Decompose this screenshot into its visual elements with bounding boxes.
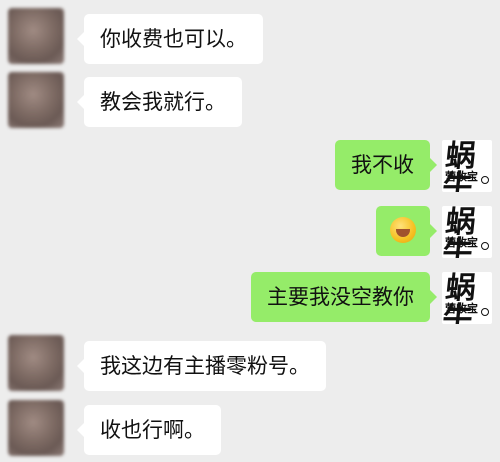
avatar-logo-subtext: 营收宝 [445,302,478,315]
message-bubble-incoming[interactable]: 我这边有主播零粉号。 [77,341,326,391]
message-bubble-incoming[interactable]: 你收费也可以。 [77,14,263,64]
logo-dot-icon [481,176,489,184]
message-text: 我这边有主播零粉号。 [100,354,310,378]
my-avatar[interactable]: 蜗牛 营收宝 [442,206,492,258]
message-bubble-incoming[interactable]: 收也行啊。 [77,405,221,455]
logo-dot-icon [481,242,489,250]
avatar-logo-subtext: 营收宝 [445,170,478,183]
grinning-face-emoji-icon [390,217,416,243]
contact-avatar[interactable] [8,335,64,391]
contact-avatar[interactable] [8,8,64,64]
contact-avatar[interactable] [8,72,64,128]
message-bubble-outgoing[interactable]: 主要我没空教你 [251,272,437,322]
my-avatar[interactable]: 蜗牛 营收宝 [442,140,492,192]
avatar-logo-text: 蜗牛 [442,206,475,258]
contact-avatar[interactable] [8,400,64,456]
message-text: 你收费也可以。 [100,27,247,51]
avatar-logo-text: 蜗牛 [442,272,475,324]
avatar-logo-subtext: 营收宝 [445,236,478,249]
message-bubble-outgoing[interactable] [376,206,437,256]
message-text: 收也行啊。 [100,418,205,442]
message-text: 主要我没空教你 [267,285,414,309]
avatar-logo-text: 蜗牛 [442,140,475,192]
message-text: 教会我就行。 [100,90,226,114]
my-avatar[interactable]: 蜗牛 营收宝 [442,272,492,324]
logo-dot-icon [481,308,489,316]
message-bubble-outgoing[interactable]: 我不收 [335,140,437,190]
message-text: 我不收 [351,153,414,177]
message-bubble-incoming[interactable]: 教会我就行。 [77,77,242,127]
